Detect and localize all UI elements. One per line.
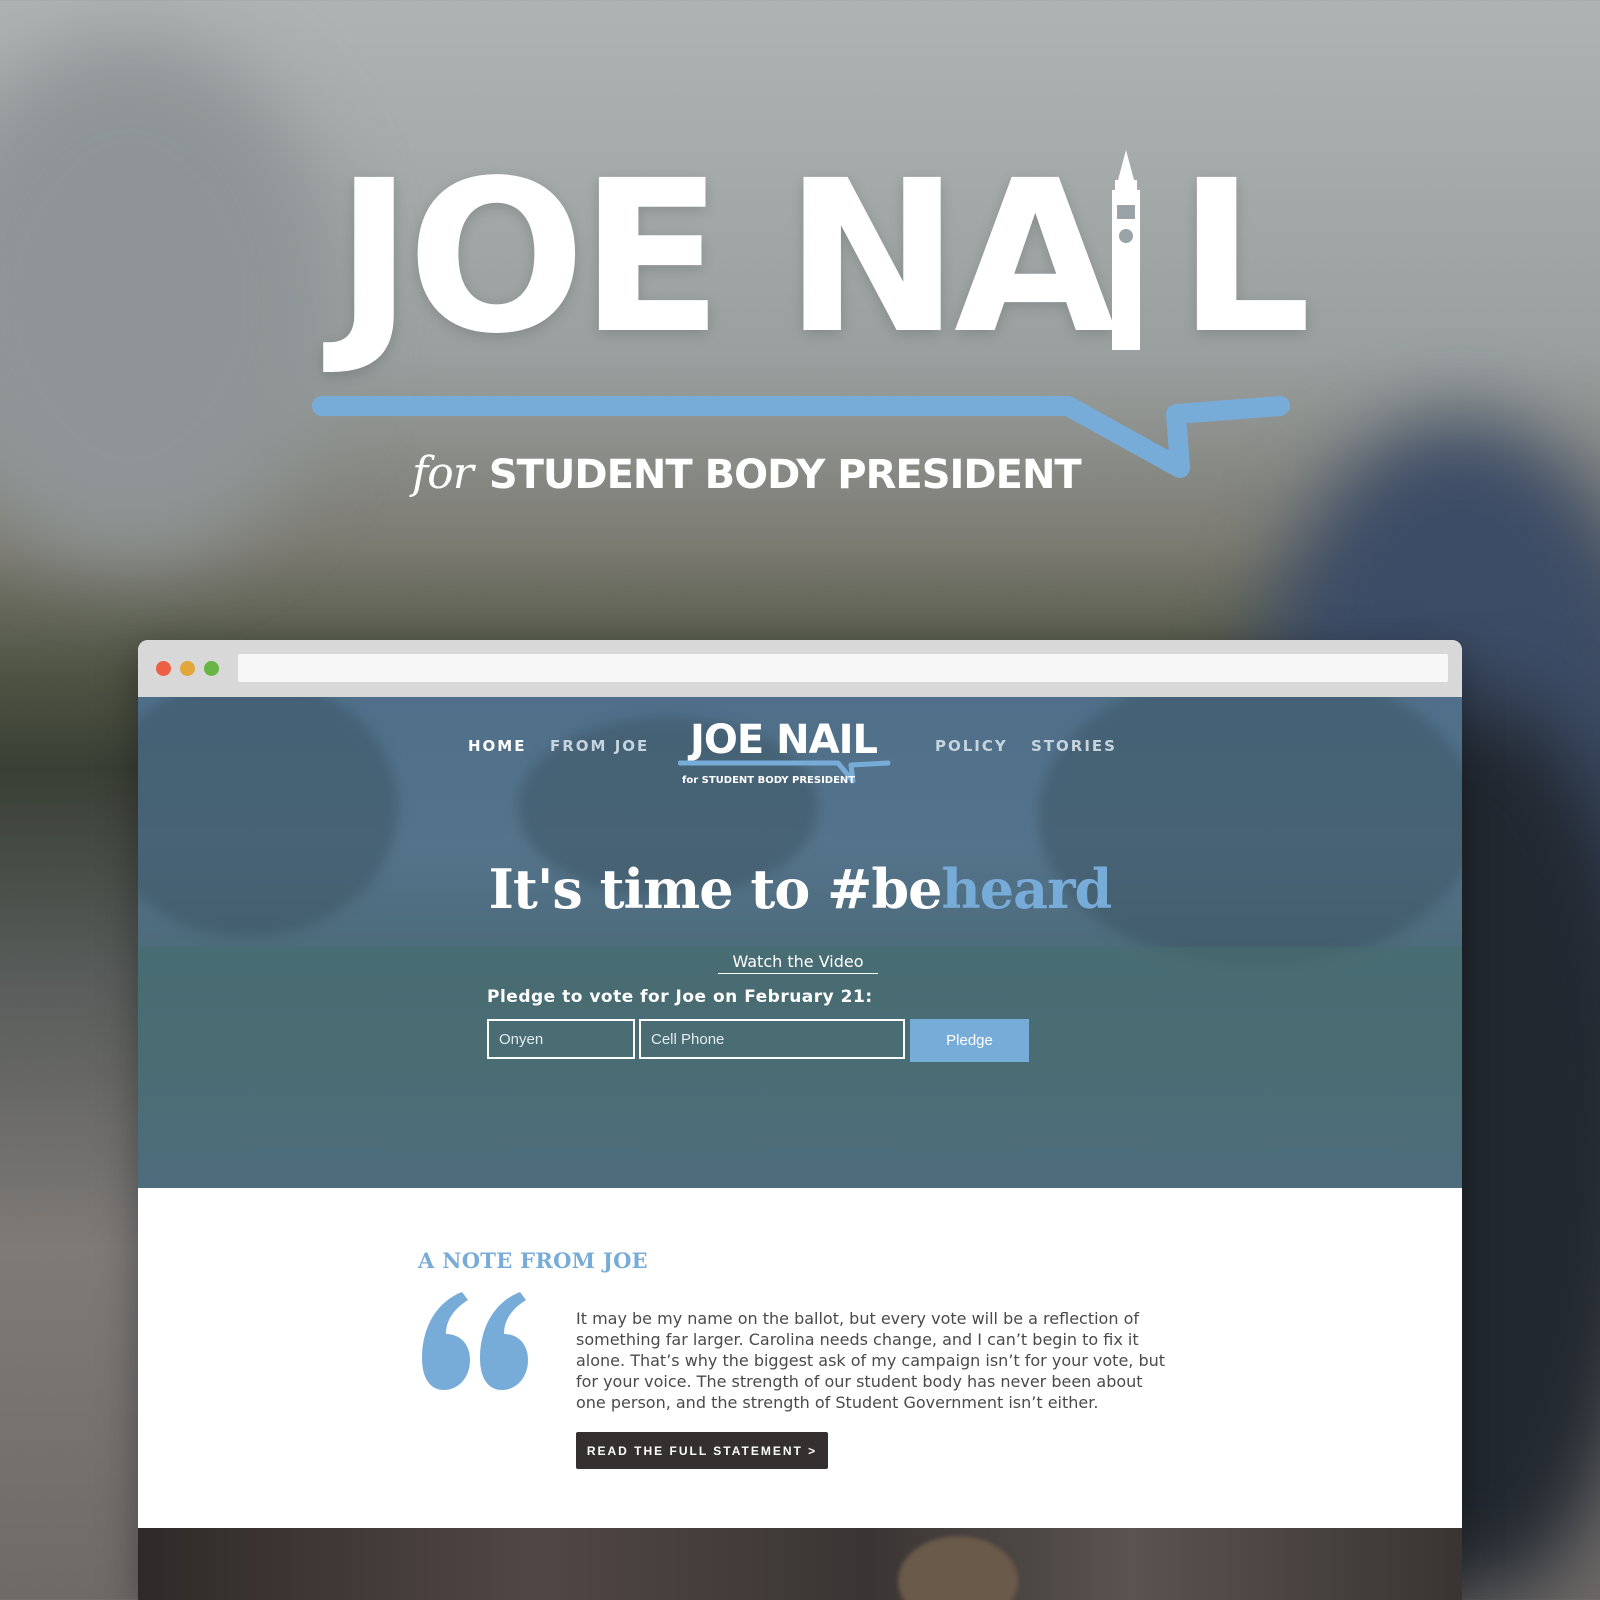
browser-window: HOME FROM JOE JOE NAIL for STUDENT BODY … bbox=[138, 640, 1462, 1600]
headline: It's time to #beheard bbox=[138, 857, 1462, 921]
photo-strip bbox=[138, 1528, 1462, 1600]
lawn bbox=[138, 947, 1462, 1188]
read-full-statement-button[interactable]: READ THE FULL STATEMENT > bbox=[576, 1432, 828, 1469]
site-logo-tagline: for STUDENT BODY PRESIDENT bbox=[682, 775, 856, 786]
quote-icon bbox=[422, 1292, 528, 1390]
nav-stories[interactable]: STORIES bbox=[1031, 737, 1117, 755]
browser-chrome bbox=[138, 640, 1462, 698]
close-dot[interactable] bbox=[156, 661, 171, 676]
site-logo[interactable]: JOE NAIL for STUDENT BODY PRESIDENT bbox=[678, 717, 898, 797]
photo-subject bbox=[898, 1536, 1018, 1600]
pledge-label: Pledge to vote for Joe on February 21: bbox=[487, 987, 873, 1007]
maximize-dot[interactable] bbox=[204, 661, 219, 676]
hero-logo: JOE NA L for STUDENT BODY PRESIDENT bbox=[0, 0, 1600, 560]
nav-home[interactable]: HOME bbox=[468, 737, 526, 755]
headline-accent: heard bbox=[941, 857, 1112, 921]
pledge-button[interactable]: Pledge bbox=[910, 1019, 1029, 1062]
nav-policy[interactable]: POLICY bbox=[935, 737, 1008, 755]
nav-from-joe[interactable]: FROM JOE bbox=[550, 737, 649, 755]
onyen-input[interactable] bbox=[487, 1019, 635, 1059]
site-hero: HOME FROM JOE JOE NAIL for STUDENT BODY … bbox=[138, 697, 1462, 1188]
note-body: It may be my name on the ballot, but eve… bbox=[576, 1309, 1166, 1412]
note-heading: A NOTE FROM JOE bbox=[418, 1248, 648, 1273]
hero-for: for bbox=[412, 448, 474, 499]
note-section: A NOTE FROM JOE It may be my name on the… bbox=[138, 1188, 1462, 1528]
hero-tagline: for STUDENT BODY PRESIDENT bbox=[412, 448, 1082, 508]
bell-tower-icon bbox=[1112, 150, 1140, 350]
watch-video-link[interactable]: Watch the Video bbox=[718, 952, 878, 974]
minimize-dot[interactable] bbox=[180, 661, 195, 676]
address-bar[interactable] bbox=[238, 654, 1448, 682]
hero-title: STUDENT BODY PRESIDENT bbox=[488, 452, 1082, 498]
headline-main: It's time to #be bbox=[488, 857, 943, 921]
cell-phone-input[interactable] bbox=[639, 1019, 905, 1059]
